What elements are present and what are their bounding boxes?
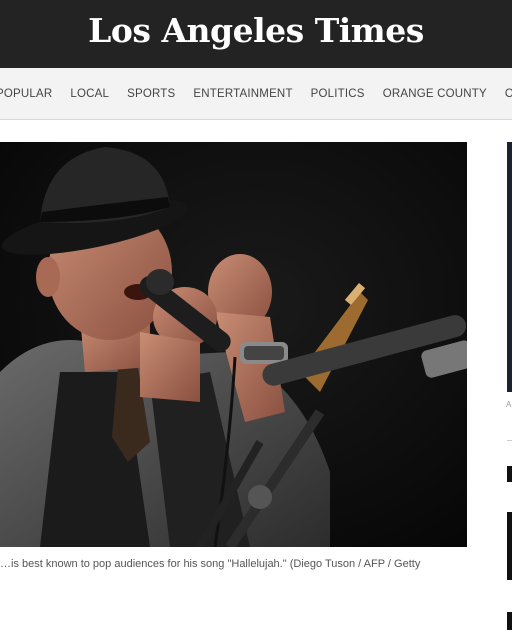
right-rail-thumbnail[interactable] xyxy=(507,612,512,630)
photo-caption: …is best known to pop audiences for his … xyxy=(0,558,421,570)
nav-item-popular[interactable]: Popular xyxy=(0,88,61,100)
nav-item-local[interactable]: Local xyxy=(61,88,118,100)
right-rail-heading xyxy=(507,466,512,482)
section-nav-list: Popular Local Sports Entertainment Polit… xyxy=(0,68,512,119)
section-nav: Popular Local Sports Entertainment Polit… xyxy=(0,68,512,120)
nav-item-orange-county[interactable]: Orange County xyxy=(374,88,496,100)
masthead: Los Angeles Times xyxy=(0,0,512,68)
nav-item-entertainment[interactable]: Entertainment xyxy=(184,88,301,100)
performer-photo-illustration xyxy=(0,142,467,547)
nav-item-opinion[interactable]: Opinion xyxy=(496,88,512,100)
article-photo[interactable] xyxy=(0,142,467,547)
right-rail-ad[interactable] xyxy=(507,142,512,392)
right-rail-divider xyxy=(507,440,512,441)
nav-item-politics[interactable]: Politics xyxy=(302,88,374,100)
ad-label: A xyxy=(506,400,512,409)
nav-item-sports[interactable]: Sports xyxy=(118,88,184,100)
right-rail-thumbnail[interactable] xyxy=(507,512,512,580)
site-logo[interactable]: Los Angeles Times xyxy=(0,0,512,60)
